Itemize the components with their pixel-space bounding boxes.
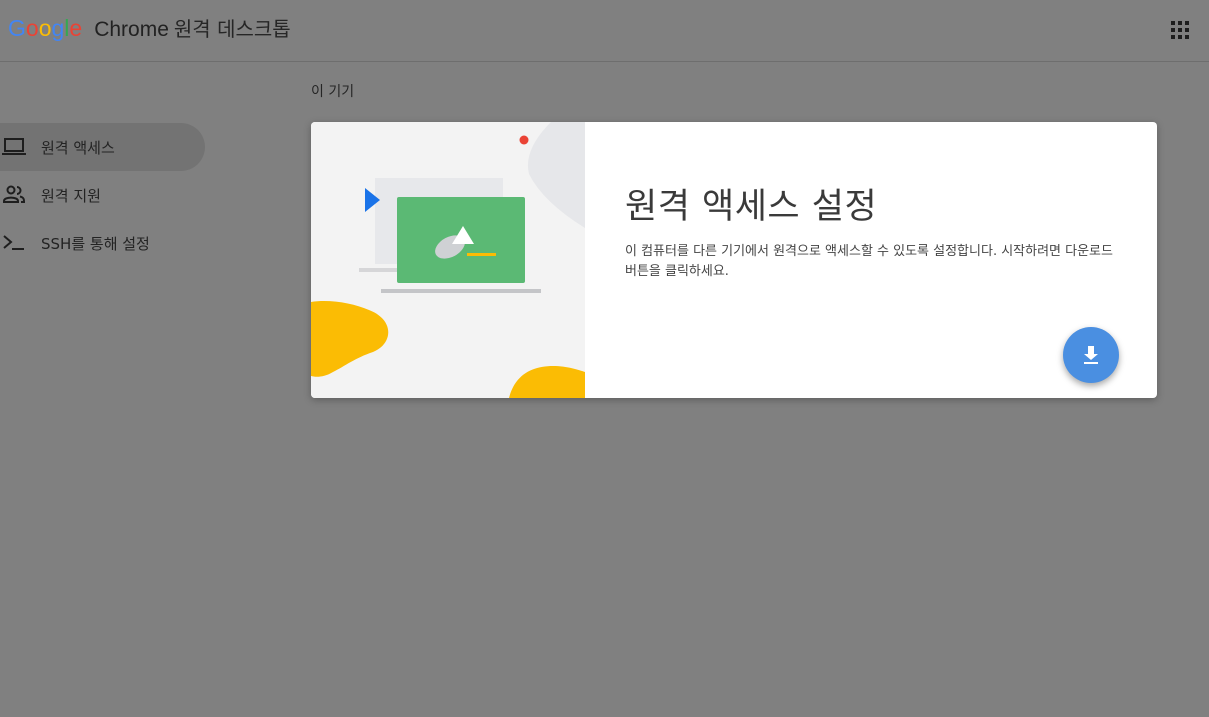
download-button[interactable] [1063,327,1119,383]
card-description: 이 컴퓨터를 다른 기기에서 원격으로 액세스할 수 있도록 설정합니다. 시작… [625,244,1113,279]
sidebar-item-label: SSH를 통해 설정 [41,235,150,253]
download-icon [1084,346,1098,364]
sidebar-nav: 원격 액세스 원격 지원 SSH를 통해 설정 [0,123,210,267]
sidebar-item-label: 원격 지원 [41,187,101,205]
card-heading: 원격 액세스 설정 [625,187,878,227]
sidebar-item-label: 원격 액세스 [41,139,115,157]
app-brand: Google Chrome 원격 데스크톱 [8,13,291,45]
google-logo: Google [8,15,83,41]
apps-grid-icon[interactable] [1171,21,1189,39]
sidebar-item-remote-support[interactable]: 원격 지원 [0,171,205,219]
terminal-icon [2,232,26,254]
product-name: Chrome [94,18,169,41]
remote-access-illustration [311,122,585,398]
sidebar-item-ssh[interactable]: SSH를 통해 설정 [0,219,205,267]
laptop-icon [2,136,26,158]
top-app-bar: Google Chrome 원격 데스크톱 [0,0,1209,62]
people-icon [2,184,26,206]
section-title-this-device: 이 기기 [311,84,355,100]
sidebar-item-remote-access[interactable]: 원격 액세스 [0,123,205,171]
app-title: 원격 데스크톱 [173,17,291,41]
setup-remote-access-card: 원격 액세스 설정 이 컴퓨터를 다른 기기에서 원격으로 액세스할 수 있도록… [311,122,1157,398]
